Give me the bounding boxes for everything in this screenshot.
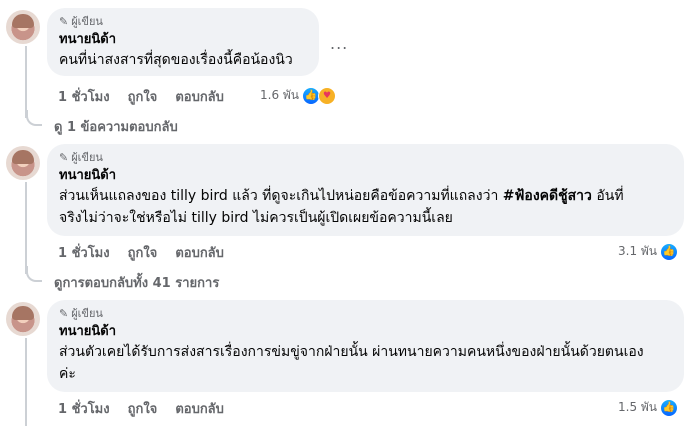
more-options-button[interactable]: ...: [330, 34, 348, 53]
comment-author[interactable]: ทนายนิด้า: [59, 32, 307, 48]
reaction-count: 1.6 พัน: [260, 88, 300, 102]
reaction-count: 1.5 พัน: [618, 400, 658, 414]
pencil-icon: ✎: [59, 151, 69, 164]
pencil-icon: ✎: [59, 307, 69, 320]
comment-time[interactable]: 1 ชั่วโมง: [58, 86, 110, 107]
comment-actions: 1 ชั่วโมง ถูกใจ ตอบกลับ: [58, 242, 224, 262]
avatar[interactable]: [6, 10, 40, 44]
comment-author[interactable]: ทนายนิด้า: [59, 168, 672, 184]
like-reaction-icon: 👍: [660, 398, 679, 417]
author-badge: ✎ ผู้เขียน: [59, 151, 672, 165]
comment-time[interactable]: 1 ชั่วโมง: [58, 398, 110, 419]
comment-text: ส่วนเห็นแถลงของ tilly bird แล้ว ที่ดูจะเ…: [59, 185, 672, 229]
author-badge: ✎ ผู้เขียน: [59, 307, 672, 321]
like-button[interactable]: ถูกใจ: [128, 398, 158, 419]
comment-text-line: ค่ะ: [59, 366, 76, 382]
comment-author[interactable]: ทนายนิด้า: [59, 324, 672, 340]
comment-bubble: ✎ ผู้เขียน ทนายนิด้า ส่วนเห็นแถลงของ til…: [47, 144, 684, 236]
author-badge: ✎ ผู้เขียน: [59, 15, 307, 29]
thread-curve: [26, 110, 42, 126]
reply-button[interactable]: ตอบกลับ: [175, 398, 224, 419]
comment-text: ส่วนตัวเคยได้รับการส่งสารเรื่องการข่มขู่…: [59, 341, 672, 385]
like-button[interactable]: ถูกใจ: [128, 242, 158, 263]
like-button[interactable]: ถูกใจ: [128, 86, 158, 107]
reply-button[interactable]: ตอบกลับ: [175, 242, 224, 263]
comment-time[interactable]: 1 ชั่วโมง: [58, 242, 110, 263]
comment-actions: 1 ชั่วโมง ถูกใจ ตอบกลับ: [58, 398, 224, 418]
like-reaction-icon: 👍: [660, 242, 679, 261]
comment-bubble: ✎ ผู้เขียน ทนายนิด้า ส่วนตัวเคยได้รับการ…: [47, 300, 684, 392]
comment-text-part: อันที่: [591, 188, 624, 204]
author-badge-label: ผู้เขียน: [71, 307, 103, 320]
thread-line: [25, 182, 27, 274]
avatar[interactable]: [6, 146, 40, 180]
comment-text-part: ส่วนเห็นแถลงของ tilly bird แล้ว ที่ดูจะเ…: [59, 188, 503, 204]
comment-bubble: ✎ ผู้เขียน ทนายนิด้า คนที่น่าสงสารที่สุด…: [47, 8, 319, 76]
reaction-count: 3.1 พัน: [618, 244, 658, 258]
reaction-summary[interactable]: 3.1 พัน 👍: [618, 242, 679, 261]
avatar[interactable]: [6, 302, 40, 336]
pencil-icon: ✎: [59, 15, 69, 28]
hashtag-link[interactable]: #ฟ้องคดีชู้สาว: [503, 188, 592, 204]
thread-line: [25, 46, 27, 118]
comment-text: คนที่น่าสงสารที่สุดของเรื่องนี้คือน้องนิ…: [59, 52, 293, 68]
reply-button[interactable]: ตอบกลับ: [175, 86, 224, 107]
thread-line: [25, 338, 27, 426]
view-replies-label[interactable]: ดู 1 ข้อความตอบกลับ: [54, 116, 178, 137]
reaction-summary[interactable]: 1.5 พัน 👍: [618, 398, 679, 417]
author-badge-label: ผู้เขียน: [71, 15, 103, 28]
thread-curve: [26, 266, 42, 282]
view-replies-label[interactable]: ดูการตอบกลับทั้ง 41 รายการ: [54, 272, 219, 293]
comment-actions: 1 ชั่วโมง ถูกใจ ตอบกลับ: [58, 86, 224, 106]
reaction-summary[interactable]: 1.6 พัน 👍 ♥: [260, 86, 337, 105]
comment-text-line: ส่วนตัวเคยได้รับการส่งสารเรื่องการข่มขู่…: [59, 344, 644, 360]
comment-text-part: จริงไม่ว่าจะใช่หรือไม่ tilly bird ไม่ควร…: [59, 210, 453, 226]
author-badge-label: ผู้เขียน: [71, 151, 103, 164]
care-reaction-icon: ♥: [318, 86, 337, 105]
